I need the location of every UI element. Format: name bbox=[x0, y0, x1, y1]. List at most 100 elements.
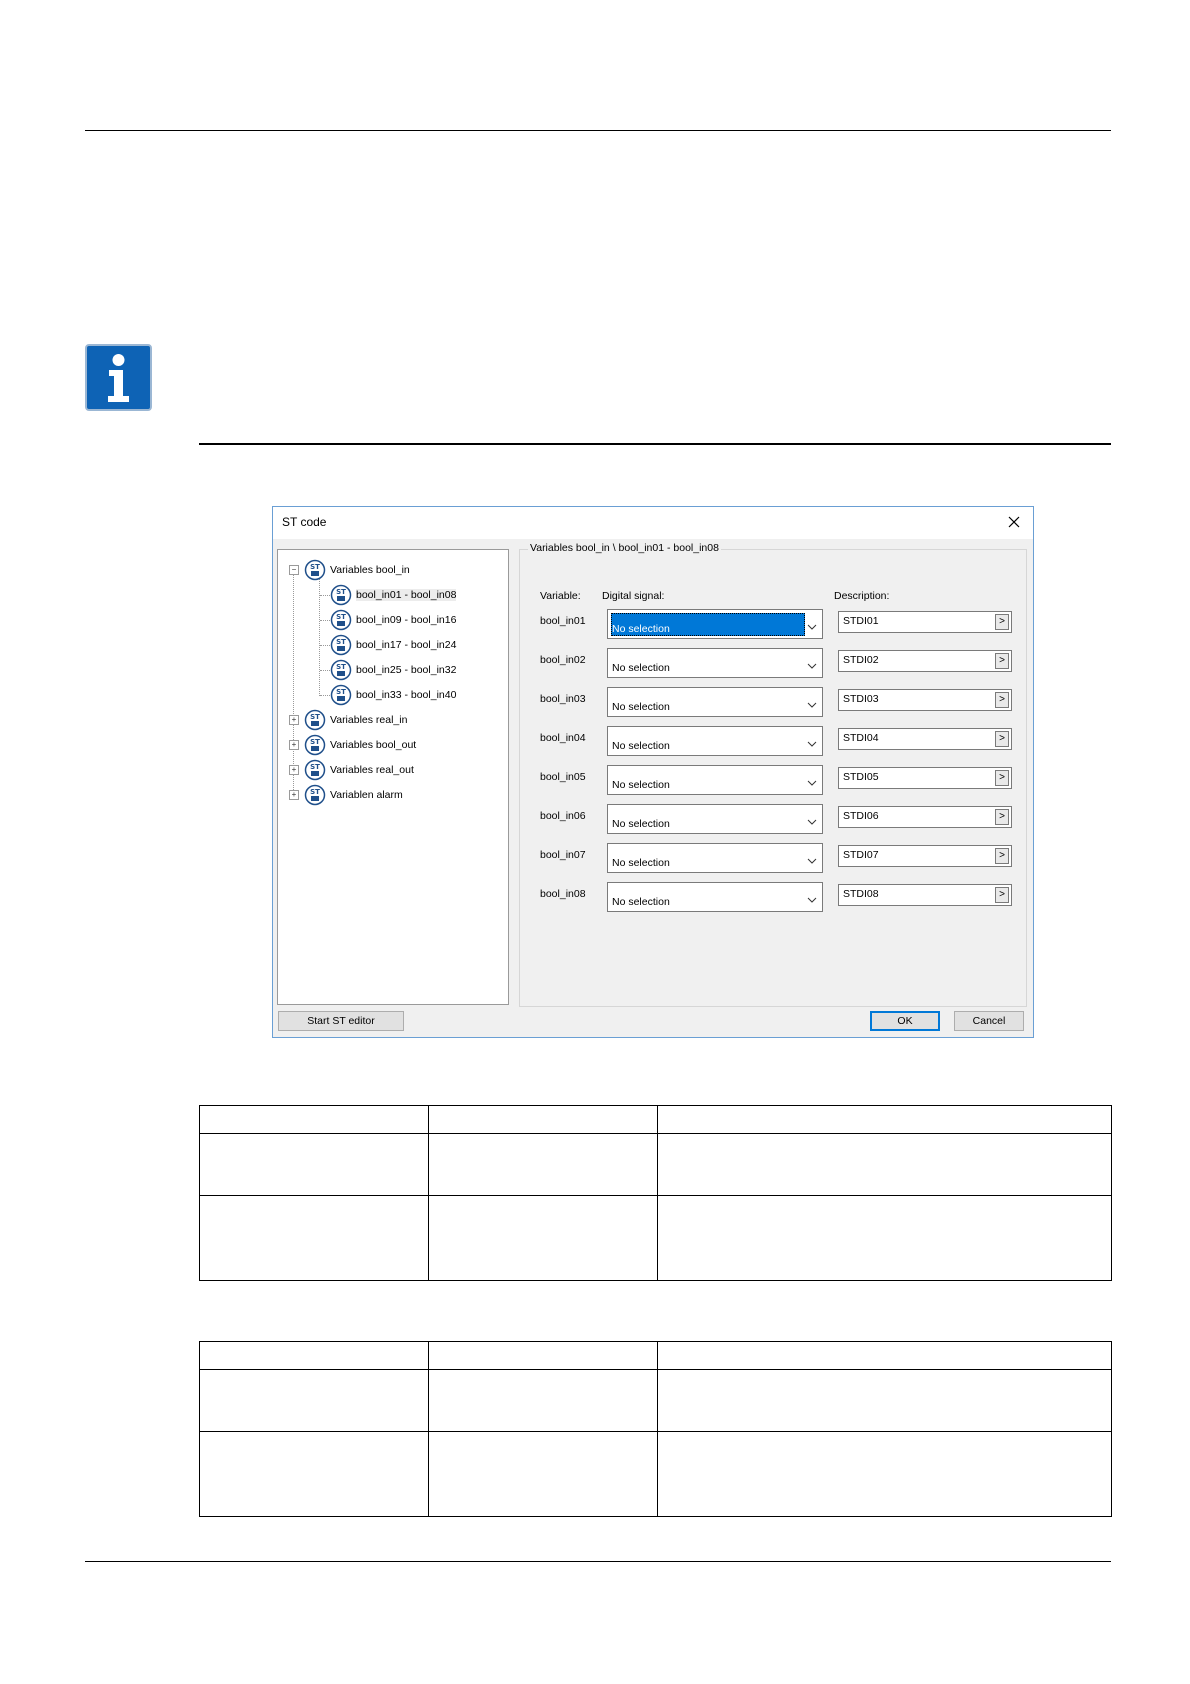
variable-tree: − ST Variables bool_in ST bool_in01 - bool_i… bbox=[277, 549, 509, 1005]
digital-signal-value: No selection bbox=[612, 779, 670, 791]
tree-item[interactable]: ST Variablen alarm bbox=[304, 783, 403, 807]
tree-item[interactable]: ST bool_in25 - bool_in32 bbox=[330, 658, 456, 682]
header-variable: Variable: bbox=[540, 590, 581, 602]
st-variable-icon: ST bbox=[304, 559, 326, 581]
ok-button[interactable]: OK bbox=[870, 1011, 940, 1031]
tree-item[interactable]: ST Variables bool_out bbox=[304, 733, 416, 757]
st-variable-icon: ST bbox=[304, 709, 326, 731]
digital-signal-select[interactable]: No selection bbox=[607, 648, 823, 678]
digital-signal-value: No selection bbox=[612, 662, 670, 674]
tree-item-label: Variables real_in bbox=[330, 714, 408, 726]
description-field[interactable]: STDI05 > bbox=[838, 767, 1012, 789]
st-variable-icon: ST bbox=[330, 684, 352, 706]
digital-signal-select[interactable]: No selection bbox=[607, 804, 823, 834]
dialog-title: ST code bbox=[282, 515, 327, 529]
tree-item-label: Variablen alarm bbox=[330, 789, 403, 801]
description-field[interactable]: STDI03 > bbox=[838, 689, 1012, 711]
description-field[interactable]: STDI04 > bbox=[838, 728, 1012, 750]
svg-text:ST: ST bbox=[336, 613, 346, 621]
tree-item[interactable]: ST bool_in01 - bool_in08 bbox=[330, 583, 457, 607]
tree-expander[interactable]: + bbox=[289, 790, 299, 800]
tree-item[interactable]: ST bool_in33 - bool_in40 bbox=[330, 683, 456, 707]
header-digital-signal: Digital signal: bbox=[602, 590, 665, 602]
digital-signal-select[interactable]: No selection bbox=[607, 687, 823, 717]
tree-item-label: bool_in33 - bool_in40 bbox=[356, 689, 457, 701]
variable-label: bool_in02 bbox=[540, 654, 586, 666]
browse-button[interactable]: > bbox=[995, 731, 1009, 747]
digital-signal-select[interactable]: No selection bbox=[607, 726, 823, 756]
digital-signal-value: No selection bbox=[612, 857, 670, 869]
dialog-titlebar: ST code bbox=[273, 507, 1033, 539]
tree-expander[interactable]: − bbox=[289, 565, 299, 575]
group-title: Variables bool_in \ bool_in01 - bool_in0… bbox=[528, 542, 721, 554]
st-variable-icon: ST bbox=[304, 759, 326, 781]
tree-item[interactable]: ST Variables real_in bbox=[304, 708, 407, 732]
browse-button[interactable]: > bbox=[995, 809, 1009, 825]
footer-rule bbox=[85, 1561, 1111, 1562]
variable-label: bool_in06 bbox=[540, 810, 586, 822]
variable-label: bool_in07 bbox=[540, 849, 586, 861]
close-icon[interactable] bbox=[1005, 513, 1023, 531]
description-value: STDI04 bbox=[843, 732, 879, 744]
digital-signal-select[interactable]: No selection bbox=[607, 765, 823, 795]
cancel-button[interactable]: Cancel bbox=[954, 1011, 1024, 1031]
browse-button[interactable]: > bbox=[995, 653, 1009, 669]
digital-signal-select[interactable]: No selection bbox=[607, 882, 823, 912]
header-rule bbox=[85, 130, 1111, 131]
variable-label: bool_in04 bbox=[540, 732, 586, 744]
browse-button[interactable]: > bbox=[995, 887, 1009, 903]
st-variable-icon: ST bbox=[330, 584, 352, 606]
tree-item-label: Variables bool_in bbox=[330, 564, 410, 576]
tree-item[interactable]: ST bool_in17 - bool_in24 bbox=[330, 633, 456, 657]
description-value: STDI07 bbox=[843, 849, 879, 861]
tree-expander[interactable]: + bbox=[289, 740, 299, 750]
description-field[interactable]: STDI07 > bbox=[838, 845, 1012, 867]
tree-expander[interactable]: + bbox=[289, 715, 299, 725]
svg-text:ST: ST bbox=[310, 788, 320, 796]
st-code-dialog: ST code − ST Variables bool_in ST bool_in01 … bbox=[272, 506, 1034, 1038]
browse-button[interactable]: > bbox=[995, 770, 1009, 786]
chevron-down-icon bbox=[807, 775, 817, 786]
svg-text:ST: ST bbox=[310, 563, 320, 571]
tree-item[interactable]: ST Variables real_out bbox=[304, 758, 414, 782]
tree-item-label: bool_in25 - bool_in32 bbox=[356, 664, 457, 676]
description-field[interactable]: STDI06 > bbox=[838, 806, 1012, 828]
browse-button[interactable]: > bbox=[995, 848, 1009, 864]
description-field[interactable]: STDI08 > bbox=[838, 884, 1012, 906]
description-field[interactable]: STDI01 > bbox=[838, 611, 1012, 633]
tree-item[interactable]: ST bool_in09 - bool_in16 bbox=[330, 608, 456, 632]
digital-signal-value: No selection bbox=[612, 740, 670, 752]
svg-text:ST: ST bbox=[310, 713, 320, 721]
svg-text:ST: ST bbox=[336, 688, 346, 696]
svg-text:ST: ST bbox=[310, 763, 320, 771]
digital-signal-select[interactable]: No selection bbox=[607, 609, 823, 639]
st-variable-icon: ST bbox=[330, 659, 352, 681]
digital-signal-value: No selection bbox=[612, 896, 670, 908]
description-field[interactable]: STDI02 > bbox=[838, 650, 1012, 672]
st-variable-icon: ST bbox=[330, 634, 352, 656]
description-value: STDI08 bbox=[843, 888, 879, 900]
start-st-editor-button[interactable]: Start ST editor bbox=[278, 1011, 404, 1031]
tree-item[interactable]: ST Variables bool_in bbox=[304, 558, 410, 582]
chevron-down-icon bbox=[807, 892, 817, 903]
svg-text:ST: ST bbox=[336, 588, 346, 596]
st-variable-icon: ST bbox=[304, 734, 326, 756]
tree-item-label: bool_in09 - bool_in16 bbox=[356, 614, 457, 626]
digital-signal-value: No selection bbox=[612, 701, 670, 713]
tree-item-label: Variables real_out bbox=[330, 764, 414, 776]
variable-label: bool_in05 bbox=[540, 771, 586, 783]
chevron-down-icon bbox=[807, 697, 817, 708]
description-value: STDI01 bbox=[843, 615, 879, 627]
chevron-down-icon bbox=[807, 853, 817, 864]
variable-label: bool_in01 bbox=[540, 615, 586, 627]
svg-text:ST: ST bbox=[310, 738, 320, 746]
tree-expander[interactable]: + bbox=[289, 765, 299, 775]
digital-signal-select[interactable]: No selection bbox=[607, 843, 823, 873]
browse-button[interactable]: > bbox=[995, 614, 1009, 630]
description-value: STDI06 bbox=[843, 810, 879, 822]
st-variable-icon: ST bbox=[330, 609, 352, 631]
chevron-down-icon bbox=[807, 658, 817, 669]
browse-button[interactable]: > bbox=[995, 692, 1009, 708]
tree-item-label: bool_in01 - bool_in08 bbox=[356, 589, 457, 601]
variable-label: bool_in03 bbox=[540, 693, 586, 705]
